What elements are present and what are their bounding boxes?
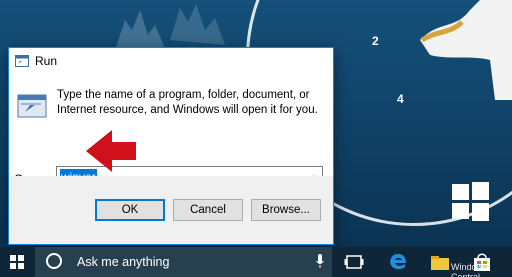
dialog-body: Type the name of a program, folder, docu… xyxy=(9,74,333,186)
desktop: 2 4 Run Type the name of a program, fold… xyxy=(0,0,512,277)
run-program-icon xyxy=(17,94,47,118)
start-icon[interactable] xyxy=(0,247,34,277)
windows-logo-icon xyxy=(452,182,492,222)
cancel-button[interactable]: Cancel xyxy=(173,199,243,221)
clock-number: 2 xyxy=(372,34,379,48)
taskbar-search-box[interactable]: Ask me anything xyxy=(35,247,332,277)
browse-button[interactable]: Browse... xyxy=(251,199,321,221)
wallpaper-horse xyxy=(420,0,512,100)
dialog-description: Type the name of a program, folder, docu… xyxy=(57,89,318,116)
dialog-titlebar[interactable]: Run xyxy=(9,48,333,74)
edge-icon[interactable] xyxy=(388,252,408,272)
red-arrow-icon xyxy=(86,130,136,172)
taskbar: Ask me anything xyxy=(0,247,512,277)
microphone-icon[interactable] xyxy=(316,254,324,268)
cortana-icon[interactable] xyxy=(46,253,62,269)
dialog-footer: OK Cancel Browse... xyxy=(9,176,333,244)
task-view-icon[interactable] xyxy=(344,252,364,272)
watermark: Windows Central xyxy=(451,262,488,277)
dialog-title: Run xyxy=(35,54,58,68)
clock-number: 4 xyxy=(397,92,404,106)
ok-button[interactable]: OK xyxy=(95,199,165,221)
run-dialog: Run Type the name of a program, folder, … xyxy=(8,47,334,245)
file-explorer-icon[interactable] xyxy=(430,252,450,272)
run-icon xyxy=(15,55,29,67)
search-placeholder: Ask me anything xyxy=(77,255,170,269)
